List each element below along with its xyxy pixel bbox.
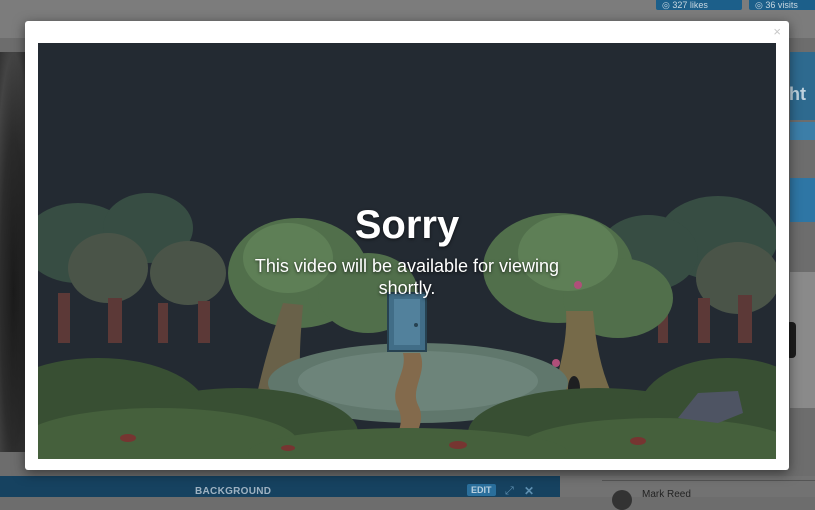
video-player[interactable]: Sorry This video will be available for v… <box>38 43 776 459</box>
likes-button[interactable]: ◎ 327 likes <box>656 0 742 10</box>
right-heading-panel: ght <box>778 52 815 120</box>
sorry-message: This video will be available for viewing… <box>254 256 560 298</box>
forest-door-illustration <box>38 43 776 459</box>
background-section-label: BACKGROUND <box>195 486 272 497</box>
right-button[interactable] <box>790 178 815 222</box>
sorry-title: Sorry <box>354 203 460 247</box>
edit-button[interactable]: EDIT <box>467 484 496 496</box>
avatar[interactable] <box>612 490 632 510</box>
video-modal: × Sorry This video will be available for… <box>25 21 789 470</box>
visits-button[interactable]: ◎ 36 visits <box>749 0 815 10</box>
right-strip <box>790 122 815 140</box>
divider <box>602 480 815 481</box>
expand-icon[interactable]: ⤢ <box>505 485 514 498</box>
user-name[interactable]: Mark Reed <box>642 489 691 500</box>
close-icon[interactable]: × <box>773 25 781 38</box>
remove-icon[interactable]: ✕ <box>524 484 534 498</box>
